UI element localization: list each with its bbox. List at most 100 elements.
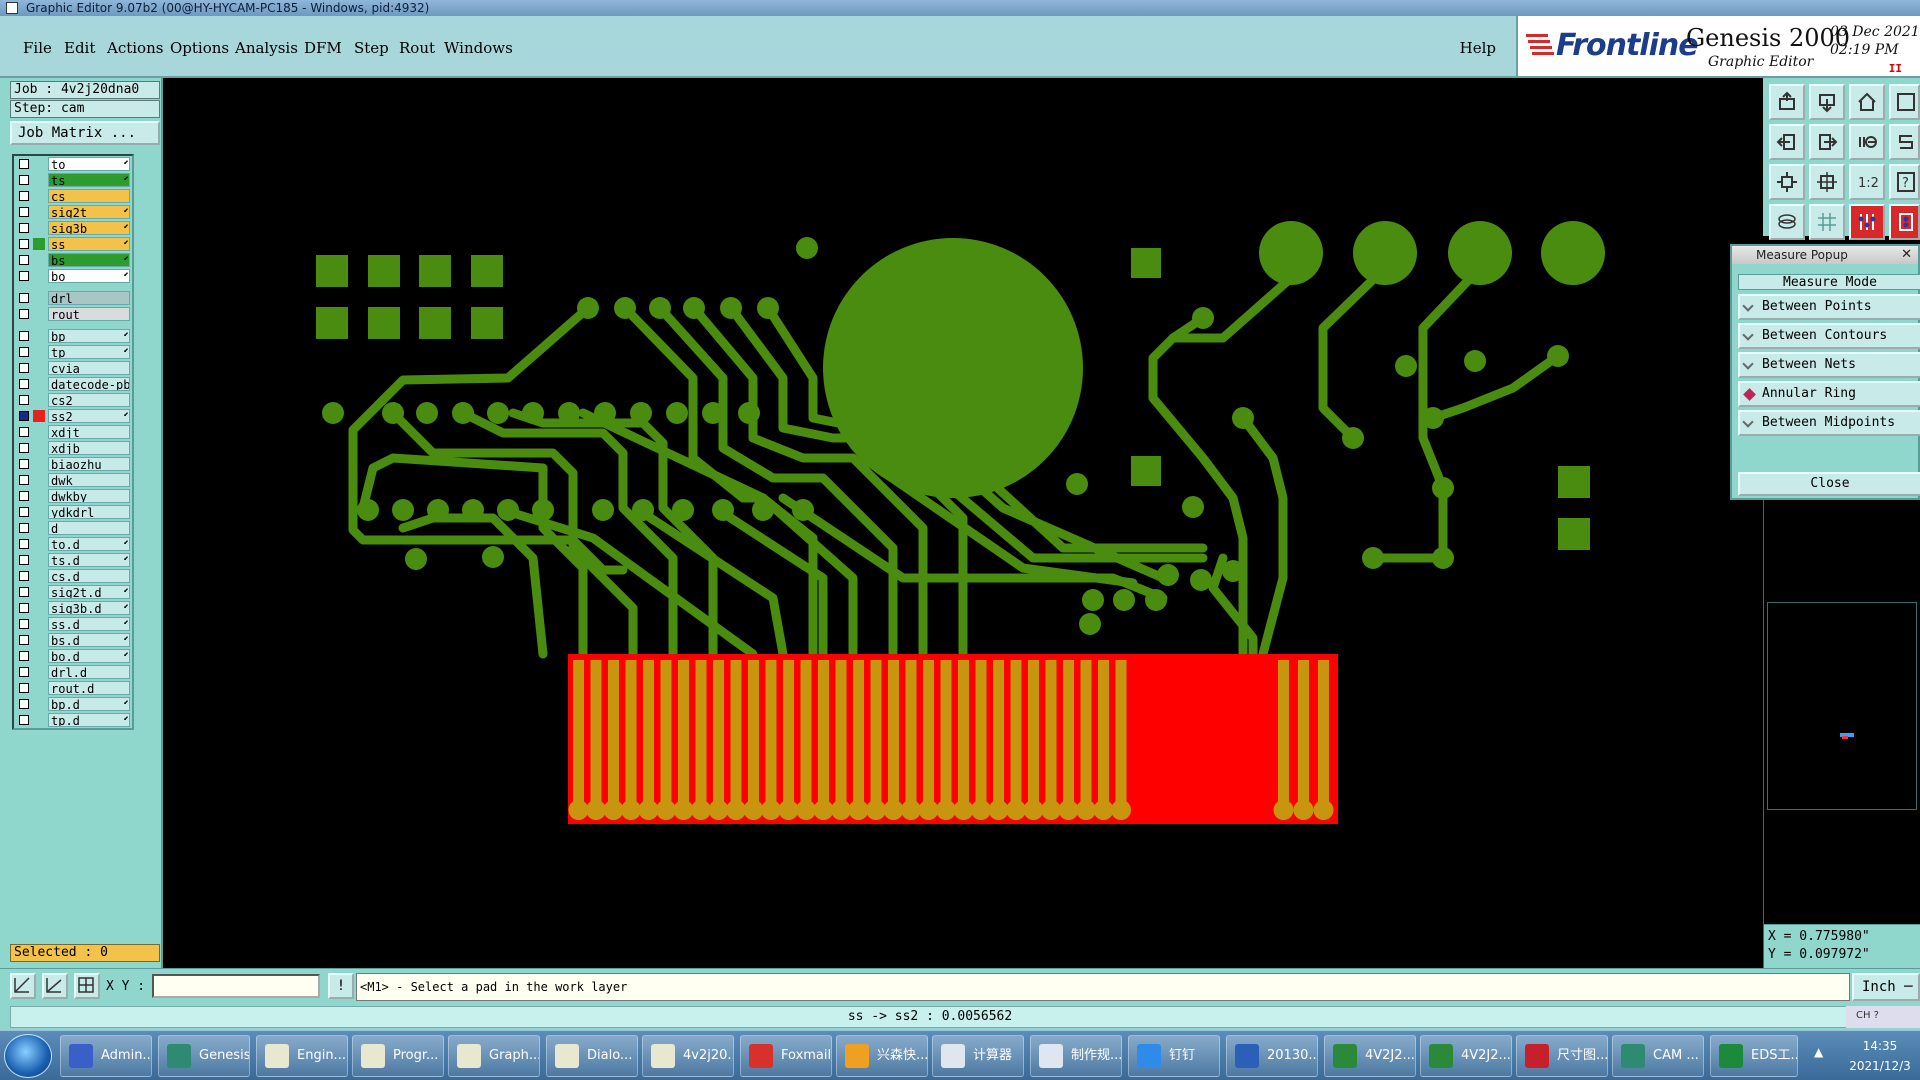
layer-checkbox[interactable] bbox=[19, 491, 29, 501]
layer-name[interactable]: bs bbox=[48, 253, 130, 267]
pan-left-icon[interactable] bbox=[1769, 124, 1805, 160]
layer-name[interactable]: ts bbox=[48, 173, 130, 187]
layer-row[interactable]: bs ⬋ bbox=[14, 252, 132, 268]
layer-affected-icon[interactable]: ⬋ bbox=[124, 651, 129, 660]
layer-row[interactable]: tp.d ⬋ bbox=[14, 712, 132, 728]
layer-name[interactable]: dwkby bbox=[48, 489, 130, 503]
layer-row[interactable]: ss2 ⬋ bbox=[14, 408, 132, 424]
home-icon[interactable] bbox=[1849, 84, 1885, 120]
layer-name[interactable]: sig2t bbox=[48, 205, 130, 219]
mode-between-nets[interactable]: Between Nets bbox=[1738, 352, 1920, 378]
layer-checkbox[interactable] bbox=[19, 411, 29, 421]
layer-name[interactable]: cvia bbox=[48, 361, 130, 375]
taskbar-item[interactable]: 4v2j20... bbox=[642, 1035, 734, 1077]
taskbar-item[interactable]: Genesis bbox=[158, 1035, 250, 1077]
menu-actions[interactable]: Actions bbox=[107, 39, 163, 57]
layer-checkbox[interactable] bbox=[19, 683, 29, 693]
close-icon[interactable]: ✕ bbox=[1901, 246, 1912, 264]
taskbar-item[interactable]: Graph... bbox=[448, 1035, 540, 1077]
layer-row[interactable]: drl.d bbox=[14, 664, 132, 680]
tray-expand-icon[interactable]: ▲ bbox=[1814, 1045, 1823, 1059]
layer-affected-icon[interactable]: ⬋ bbox=[124, 331, 129, 340]
window-icon[interactable] bbox=[1889, 84, 1920, 120]
layer-checkbox[interactable] bbox=[19, 619, 29, 629]
angle-mode-icon[interactable] bbox=[42, 973, 68, 999]
layer-row[interactable]: to ⬋ bbox=[14, 156, 132, 172]
layer-row[interactable]: tp ⬋ bbox=[14, 344, 132, 360]
layer-name[interactable]: cs bbox=[48, 189, 130, 203]
component-icon[interactable] bbox=[1889, 204, 1920, 240]
layer-name[interactable]: drl bbox=[48, 291, 130, 305]
taskbar-item[interactable]: Foxmail bbox=[740, 1035, 832, 1077]
zoom-extents-icon[interactable] bbox=[1809, 164, 1845, 200]
layer-row[interactable]: sig3b ⬋ bbox=[14, 220, 132, 236]
layer-affected-icon[interactable]: ⬋ bbox=[124, 619, 129, 628]
layer-affected-icon[interactable]: ⬋ bbox=[124, 255, 129, 264]
taskbar-item[interactable]: 4V2J2... bbox=[1324, 1035, 1416, 1077]
layer-row[interactable]: ts ⬋ bbox=[14, 172, 132, 188]
layer-name[interactable]: bo bbox=[48, 269, 130, 283]
layer-affected-icon[interactable]: ⬋ bbox=[124, 271, 129, 280]
layer-name[interactable]: rout.d bbox=[48, 681, 130, 695]
zoom-home-icon[interactable] bbox=[1769, 84, 1805, 120]
layer-row[interactable]: sig2t.d ⬋ bbox=[14, 584, 132, 600]
layer-row[interactable]: ts.d ⬋ bbox=[14, 552, 132, 568]
layer-checkbox[interactable] bbox=[19, 699, 29, 709]
measure-close-button[interactable]: Close bbox=[1738, 472, 1920, 496]
layer-checkbox[interactable] bbox=[19, 475, 29, 485]
layer-row[interactable]: ydkdrl bbox=[14, 504, 132, 520]
menu-windows[interactable]: Windows bbox=[444, 39, 513, 57]
menu-edit[interactable]: Edit bbox=[64, 39, 95, 57]
menu-help[interactable]: Help bbox=[1460, 39, 1496, 57]
layer-name[interactable]: cs2 bbox=[48, 393, 130, 407]
layer-name[interactable]: sig2t.d bbox=[48, 585, 130, 599]
layer-name[interactable]: xdjb bbox=[48, 441, 130, 455]
mode-between-midpoints[interactable]: Between Midpoints bbox=[1738, 410, 1920, 436]
layer-checkbox[interactable] bbox=[19, 293, 29, 303]
layer-checkbox[interactable] bbox=[19, 443, 29, 453]
layer-checkbox[interactable] bbox=[19, 427, 29, 437]
layer-name[interactable]: to.d bbox=[48, 537, 130, 551]
layer-row[interactable]: cs.d bbox=[14, 568, 132, 584]
layer-checkbox[interactable] bbox=[19, 523, 29, 533]
layer-row[interactable]: ss.d ⬋ bbox=[14, 616, 132, 632]
layer-row[interactable]: cs bbox=[14, 188, 132, 204]
layer-checkbox[interactable] bbox=[19, 159, 29, 169]
layer-checkbox[interactable] bbox=[19, 379, 29, 389]
taskbar-item[interactable]: Dialo... bbox=[546, 1035, 638, 1077]
snap-icon[interactable] bbox=[1889, 124, 1920, 160]
layer-row[interactable]: sig2t ⬋ bbox=[14, 204, 132, 220]
start-button[interactable] bbox=[4, 1034, 52, 1078]
menu-dfm[interactable]: DFM bbox=[304, 39, 342, 57]
layer-checkbox[interactable] bbox=[19, 539, 29, 549]
layer-row[interactable]: sig3b.d ⬋ bbox=[14, 600, 132, 616]
layer-checkbox[interactable] bbox=[19, 651, 29, 661]
layer-name[interactable]: ts.d bbox=[48, 553, 130, 567]
layer-row[interactable]: biaozhu bbox=[14, 456, 132, 472]
taskbar-item[interactable]: 计算器 bbox=[932, 1035, 1024, 1077]
layer-row[interactable]: bp.d ⬋ bbox=[14, 696, 132, 712]
layer-name[interactable]: ss2 bbox=[48, 409, 130, 423]
layer-row[interactable]: bp ⬋ bbox=[14, 328, 132, 344]
layer-name[interactable]: biaozhu bbox=[48, 457, 130, 471]
taskbar-item[interactable]: 兴森快... bbox=[836, 1035, 928, 1077]
layer-checkbox[interactable] bbox=[19, 271, 29, 281]
grid-snap-icon[interactable] bbox=[74, 973, 100, 999]
layer-affected-icon[interactable]: ⬋ bbox=[124, 347, 129, 356]
flip-icon[interactable] bbox=[1849, 124, 1885, 160]
layer-name[interactable]: d bbox=[48, 521, 130, 535]
layer-name[interactable]: ydkdrl bbox=[48, 505, 130, 519]
pan-right-icon[interactable] bbox=[1809, 124, 1845, 160]
layer-checkbox[interactable] bbox=[19, 363, 29, 373]
layer-affected-icon[interactable]: ⬋ bbox=[124, 223, 129, 232]
layer-row[interactable]: cs2 bbox=[14, 392, 132, 408]
layer-checkbox[interactable] bbox=[19, 239, 29, 249]
xy-input[interactable] bbox=[152, 974, 320, 998]
layer-name[interactable]: bs.d bbox=[48, 633, 130, 647]
menu-step[interactable]: Step bbox=[354, 39, 389, 57]
layer-name[interactable]: xdjt bbox=[48, 425, 130, 439]
taskbar-item[interactable]: 尺寸图... bbox=[1516, 1035, 1608, 1077]
menu-analysis[interactable]: Analysis bbox=[235, 39, 298, 57]
help-icon[interactable]: ? bbox=[1889, 164, 1920, 200]
layer-row[interactable]: d bbox=[14, 520, 132, 536]
